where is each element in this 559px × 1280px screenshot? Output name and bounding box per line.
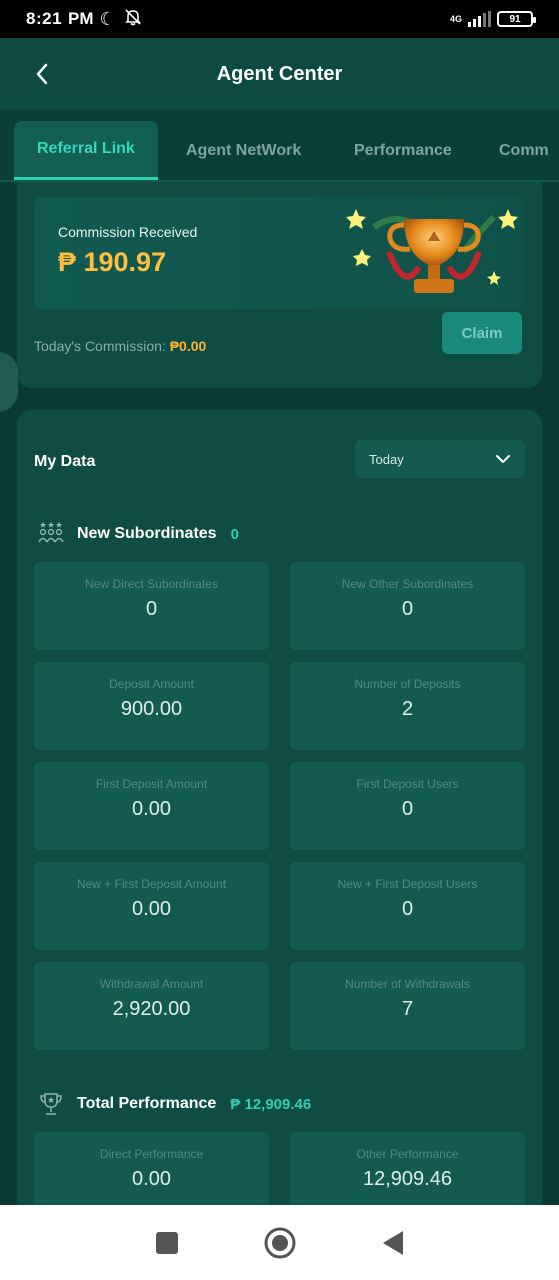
network-type: 4G — [449, 13, 462, 24]
todays-commission-value: ₱0.00 — [169, 338, 207, 354]
tab-performance[interactable]: Performance — [354, 121, 452, 180]
stat-card: First Deposit Amount 0.00 — [34, 762, 269, 850]
my-data-title: My Data — [34, 453, 96, 470]
trophy-icon — [346, 209, 518, 293]
stat-card: Withdrawal Amount 2,920.00 — [34, 962, 269, 1050]
my-data-panel: My Data Today New Subordinates 0 New Dir… — [17, 410, 542, 1205]
status-ampm: PM — [68, 9, 94, 28]
stat-label: New + First Deposit Amount — [76, 877, 227, 891]
stat-card: Number of Withdrawals 7 — [290, 962, 525, 1050]
commission-received-value: ₱ 190.97 — [58, 247, 167, 277]
stat-label: First Deposit Users — [356, 777, 459, 791]
stat-label: Number of Deposits — [354, 677, 461, 691]
stat-label: Number of Withdrawals — [345, 977, 470, 991]
stat-value: 0 — [401, 898, 414, 920]
recents-button[interactable] — [147, 1223, 187, 1263]
stat-value: 0.00 — [132, 798, 171, 820]
todays-commission: Today's Commission: ₱0.00 — [34, 338, 206, 354]
stat-label: New Direct Subordinates — [85, 577, 218, 591]
stat-label: New Other Subordinates — [341, 577, 474, 591]
new-subordinates-header: New Subordinates 0 — [37, 520, 239, 548]
stat-value: 0 — [401, 798, 414, 820]
claim-button[interactable]: Claim — [442, 312, 522, 354]
stat-value: 0 — [401, 598, 414, 620]
total-performance-header: Total Performance ₱ 12,909.46 — [37, 1090, 311, 1118]
system-nav-bar — [0, 1205, 559, 1280]
signal-icon — [468, 11, 491, 27]
stat-label: Deposit Amount — [109, 677, 194, 691]
page-title: Agent Center — [216, 62, 343, 85]
commission-panel: Commission Received ₱ 190.97 Today's Com… — [17, 182, 542, 388]
stat-label: New + First Deposit Users — [337, 877, 478, 891]
square-icon — [155, 1231, 178, 1254]
stat-card: Direct Performance 0.00 — [34, 1132, 269, 1205]
stat-value: 0 — [145, 598, 158, 620]
stat-card: New Other Subordinates 0 — [290, 562, 525, 650]
app-header: Agent Center — [0, 38, 559, 110]
tab-bar: Referral Link Agent NetWork Performance … — [0, 110, 559, 182]
bell-off-icon — [124, 8, 142, 31]
moon-icon: ☾ — [99, 8, 116, 29]
back-nav-button[interactable] — [373, 1223, 413, 1263]
people-group-icon — [38, 522, 64, 543]
period-select-value: Today — [369, 451, 404, 467]
stat-card: New Direct Subordinates 0 — [34, 562, 269, 650]
circle-icon — [264, 1227, 295, 1258]
chevron-left-icon — [36, 63, 48, 85]
stat-label: First Deposit Amount — [95, 777, 208, 791]
stat-value: 2,920.00 — [112, 998, 191, 1020]
stat-label: Withdrawal Amount — [99, 977, 204, 991]
chevron-down-icon — [496, 455, 510, 463]
stat-value: 0.00 — [132, 898, 171, 920]
status-time: 8:21 — [26, 9, 63, 28]
stat-card: Deposit Amount 900.00 — [34, 662, 269, 750]
stat-value: 900.00 — [120, 698, 183, 720]
home-button[interactable] — [260, 1223, 300, 1263]
stat-card: First Deposit Users 0 — [290, 762, 525, 850]
floating-handle[interactable] — [0, 352, 18, 412]
stat-value: 0.00 — [132, 1168, 171, 1190]
total-performance-value: ₱ 12,909.46 — [230, 1095, 312, 1113]
todays-commission-label: Today's Commission: — [34, 338, 166, 354]
stat-value: 12,909.46 — [363, 1168, 452, 1190]
status-bar: 8:21 PM ☾ 4G 91 — [0, 0, 559, 38]
battery-icon: 91 — [497, 11, 536, 27]
stat-card: Other Performance 12,909.46 — [290, 1132, 525, 1205]
stat-value: 7 — [401, 998, 414, 1020]
total-performance-label: Total Performance — [77, 1095, 217, 1112]
tab-agent-network[interactable]: Agent NetWork — [186, 121, 301, 180]
stat-label: Direct Performance — [99, 1147, 204, 1161]
battery-level: 91 — [509, 13, 521, 25]
triangle-back-icon — [382, 1230, 403, 1255]
new-subordinates-label: New Subordinates — [77, 525, 217, 542]
commission-card: Commission Received ₱ 190.97 — [34, 197, 524, 309]
stat-value: 2 — [401, 698, 414, 720]
back-button[interactable] — [30, 60, 54, 88]
stat-card: New + First Deposit Users 0 — [290, 862, 525, 950]
tab-commission[interactable]: Comm — [499, 121, 549, 180]
stat-card: Number of Deposits 2 — [290, 662, 525, 750]
new-subordinates-count: 0 — [230, 525, 239, 543]
commission-received-label: Commission Received — [58, 224, 198, 240]
stat-label: Other Performance — [356, 1147, 459, 1161]
tab-referral-link[interactable]: Referral Link — [14, 121, 158, 180]
period-select[interactable]: Today — [355, 440, 525, 478]
stat-card: New + First Deposit Amount 0.00 — [34, 862, 269, 950]
trophy-outline-icon — [40, 1093, 62, 1115]
status-right: 4G 91 — [449, 11, 536, 27]
main-content[interactable]: Commission Received ₱ 190.97 Today's Com… — [0, 182, 559, 1205]
